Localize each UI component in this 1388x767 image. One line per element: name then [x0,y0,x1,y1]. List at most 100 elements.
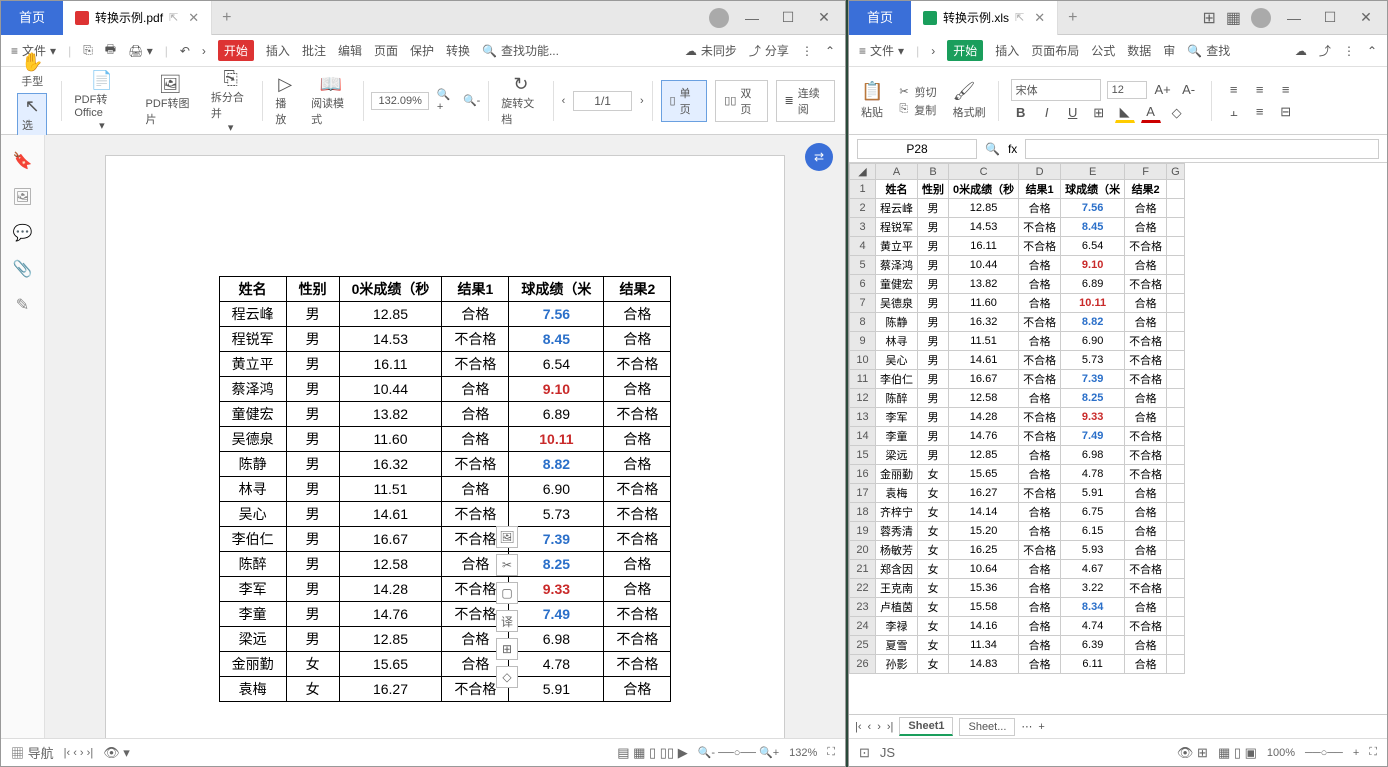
rotate-doc[interactable]: ↻旋转文档 [497,72,545,129]
view-icon[interactable]: 👁 ▾ [103,745,130,761]
close-button[interactable]: ✕ [811,9,837,26]
xls-pin-icon[interactable]: ⇱ [1015,11,1024,24]
float-convert-icon[interactable]: ⇄ [805,143,833,171]
paste-icon[interactable]: 📋 [861,81,883,102]
nav-toggle[interactable]: ▦ 导航 [11,743,54,762]
xls-close[interactable]: ✕ [1353,9,1379,26]
menu-convert[interactable]: 转换 [446,42,470,59]
xls-collapse[interactable]: ⌃ [1367,44,1377,58]
pin-icon[interactable]: ⇱ [169,11,178,24]
xls-home-tab[interactable]: 首页 [849,1,911,35]
clear-format-icon[interactable]: ◇ [1167,103,1187,123]
split-merge[interactable]: ⎘拆分合并 ▾ [207,66,255,136]
sheet-nav-last[interactable]: ›| [887,721,894,733]
xls-cloud-icon[interactable]: ☁ [1295,44,1307,58]
single-page-mode[interactable]: ▯ 单页 [661,80,708,122]
xls-menu-layout[interactable]: 页面布局 [1031,42,1079,59]
col-C[interactable]: C [949,164,1019,180]
sync-label[interactable]: ☁ 未同步 [685,42,737,59]
decrease-font-icon[interactable]: A- [1179,80,1199,100]
table-row[interactable]: 8陈静男16.32不合格8.82合格 [850,313,1185,332]
collapse-icon[interactable]: ⌃ [825,44,835,58]
col-B[interactable]: B [918,164,949,180]
xls-close-icon[interactable]: ✕ [1034,10,1045,26]
table-row[interactable]: 15梁远男12.85合格6.98不合格 [850,446,1185,465]
sheet-nav-first[interactable]: |‹ [855,721,862,733]
sheet-more[interactable]: ⋯ [1021,720,1032,733]
valign-mid-icon[interactable]: ≡ [1250,102,1270,122]
apps-icon[interactable]: ▦ [1226,8,1241,28]
fit-icon[interactable]: ⛶ [827,746,835,759]
play-button[interactable]: ▷播放 [271,72,299,129]
xls-share-icon[interactable]: ⤴ [1319,42,1331,59]
rect-tool-icon[interactable]: ▢ [496,582,518,604]
thumbnail-icon[interactable]: 🖼 [12,187,32,207]
more-icon[interactable]: › [202,44,206,58]
table-row[interactable]: 13李军男14.28不合格9.33合格 [850,408,1185,427]
home-tab[interactable]: 首页 [1,1,63,35]
save-icon[interactable]: 🖶 [105,40,116,61]
bookmark-icon[interactable]: 🔖 [13,151,33,171]
col-F[interactable]: F [1125,164,1167,180]
xls-menu-start[interactable]: 开始 [947,40,983,61]
read-mode[interactable]: 📖阅读模式 [307,72,355,129]
cut-button[interactable]: ✂ 剪切 [899,84,936,100]
crop-tool-icon[interactable]: ✂ [496,554,518,576]
copy-button[interactable]: ⎘ 复制 [899,102,936,118]
table-row[interactable]: 24李禄女14.16合格4.74不合格 [850,617,1185,636]
xls-add-tab[interactable]: + [1058,9,1087,27]
xls-zoom-pct[interactable]: 100% [1267,747,1295,759]
table-row[interactable]: 23卢植茵女15.58合格8.34合格 [850,598,1185,617]
xls-maximize[interactable]: ☐ [1317,9,1343,26]
table-row[interactable]: 17袁梅女16.27不合格5.91合格 [850,484,1185,503]
translate-tool-icon[interactable]: 译 [496,610,518,632]
pdf-to-office[interactable]: 📄PDF转Office ▾ [70,68,133,134]
font-select[interactable]: 宋体 [1011,79,1101,101]
col-D[interactable]: D [1019,164,1061,180]
fx-zoom-icon[interactable]: 🔍 [985,142,1000,156]
xls-menu-formula[interactable]: 公式 [1091,42,1115,59]
font-color-icon[interactable]: A [1141,103,1161,123]
xls-mode-icon[interactable]: ⊡ [859,745,870,761]
menu-page[interactable]: 页面 [374,42,398,59]
align-center-icon[interactable]: ≡ [1250,80,1270,100]
layout-icons[interactable]: ▤ ▦ ▯ ▯▯ ▶ [617,745,687,761]
col-G[interactable]: G [1167,164,1185,180]
sheet2-tab[interactable]: Sheet... [959,718,1015,736]
xls-js-icon[interactable]: JS [880,745,895,760]
xls-file-tab[interactable]: 转换示例.xls ⇱ ✕ [911,1,1058,35]
xls-avatar[interactable] [1251,8,1271,28]
xls-menu-data[interactable]: 数据 [1127,42,1151,59]
table-row[interactable]: 20杨敏芳女16.25不合格5.93合格 [850,541,1185,560]
pdf-viewport[interactable]: ⇄ 姓名 性别 0米成绩（秒 结果1 球成绩（米 结果2 程云峰男12.85合格… [45,135,845,738]
xls-kebab[interactable]: ⋮ [1343,44,1355,58]
table-tool-icon[interactable]: ⊞ [496,638,518,660]
table-row[interactable]: 2程云峰男12.85合格7.56合格 [850,199,1185,218]
col-E[interactable]: E [1061,164,1125,180]
menu-protect[interactable]: 保护 [410,42,434,59]
xls-fullscreen[interactable]: ⛶ [1369,746,1377,759]
open-icon[interactable]: ⎘ [83,43,93,58]
sheet-nav-next[interactable]: › [877,721,881,733]
border-icon[interactable]: ⊞ [1089,103,1109,123]
table-row[interactable]: 10吴心男14.61不合格5.73不合格 [850,351,1185,370]
table-row[interactable]: 18齐梓宁女14.14合格6.75合格 [850,503,1185,522]
valign-top-icon[interactable]: ⫠ [1224,102,1244,122]
table-row[interactable]: 7吴德泉男11.60合格10.11合格 [850,294,1185,313]
merge-icon[interactable]: ⊟ [1276,102,1296,122]
grid-icon[interactable]: ⊞ [1202,8,1215,28]
image-tool-icon[interactable]: 🖼 [496,526,518,548]
close-icon[interactable]: ✕ [188,10,199,26]
add-tab[interactable]: + [212,9,241,27]
corner-cell[interactable]: ◢ [850,164,876,180]
zoom-pct[interactable]: 132% [789,747,817,759]
table-row[interactable]: 5蔡泽鸿男10.44合格9.10合格 [850,256,1185,275]
align-left-icon[interactable]: ≡ [1224,80,1244,100]
table-row[interactable]: 4黄立平男16.11不合格6.54不合格 [850,237,1185,256]
pdf-to-image[interactable]: 🖼PDF转图片 [142,72,199,129]
zoom-in-icon[interactable]: 🔍+ [437,88,455,113]
zoom-out-icon[interactable]: 🔍- [463,94,480,107]
next-page[interactable]: › [640,95,644,107]
sheet-add[interactable]: + [1038,721,1044,733]
align-right-icon[interactable]: ≡ [1276,80,1296,100]
